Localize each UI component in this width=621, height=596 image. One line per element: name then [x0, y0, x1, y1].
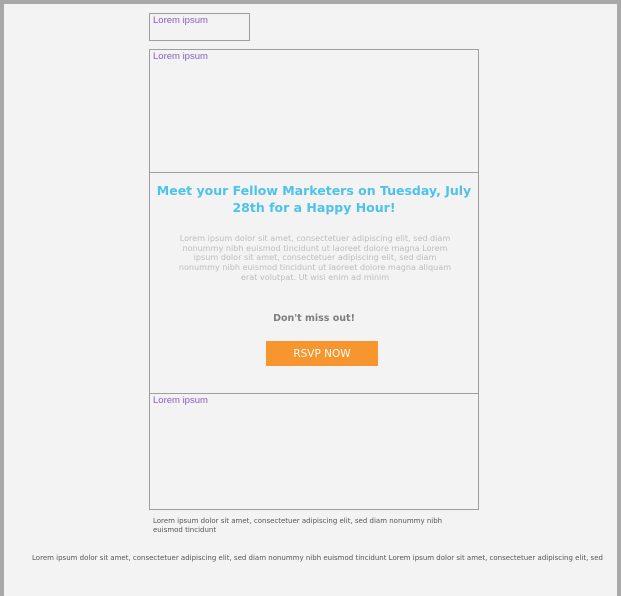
hero-placeholder-label: Lorem ipsum [153, 51, 208, 62]
logo-placeholder-label: Lorem ipsum [153, 15, 208, 26]
logo-placeholder: Lorem ipsum [149, 13, 250, 41]
headline: Meet your Fellow Marketers on Tuesday, J… [156, 183, 472, 215]
footer-text-secondary: Lorem ipsum dolor sit amet, consectetuer… [32, 554, 603, 562]
cta-intro: Don't miss out! [273, 313, 355, 324]
footer-text-primary: Lorem ipsum dolor sit amet, consectetuer… [153, 517, 443, 534]
rsvp-button[interactable]: RSVP NOW [266, 341, 378, 366]
lower-placeholder-label: Lorem ipsum [153, 395, 208, 406]
body-text: Lorem ipsum dolor sit amet, consectetuer… [178, 233, 452, 282]
hero-image-placeholder: Lorem ipsum [149, 49, 479, 173]
lower-image-placeholder: Lorem ipsum [149, 393, 479, 510]
